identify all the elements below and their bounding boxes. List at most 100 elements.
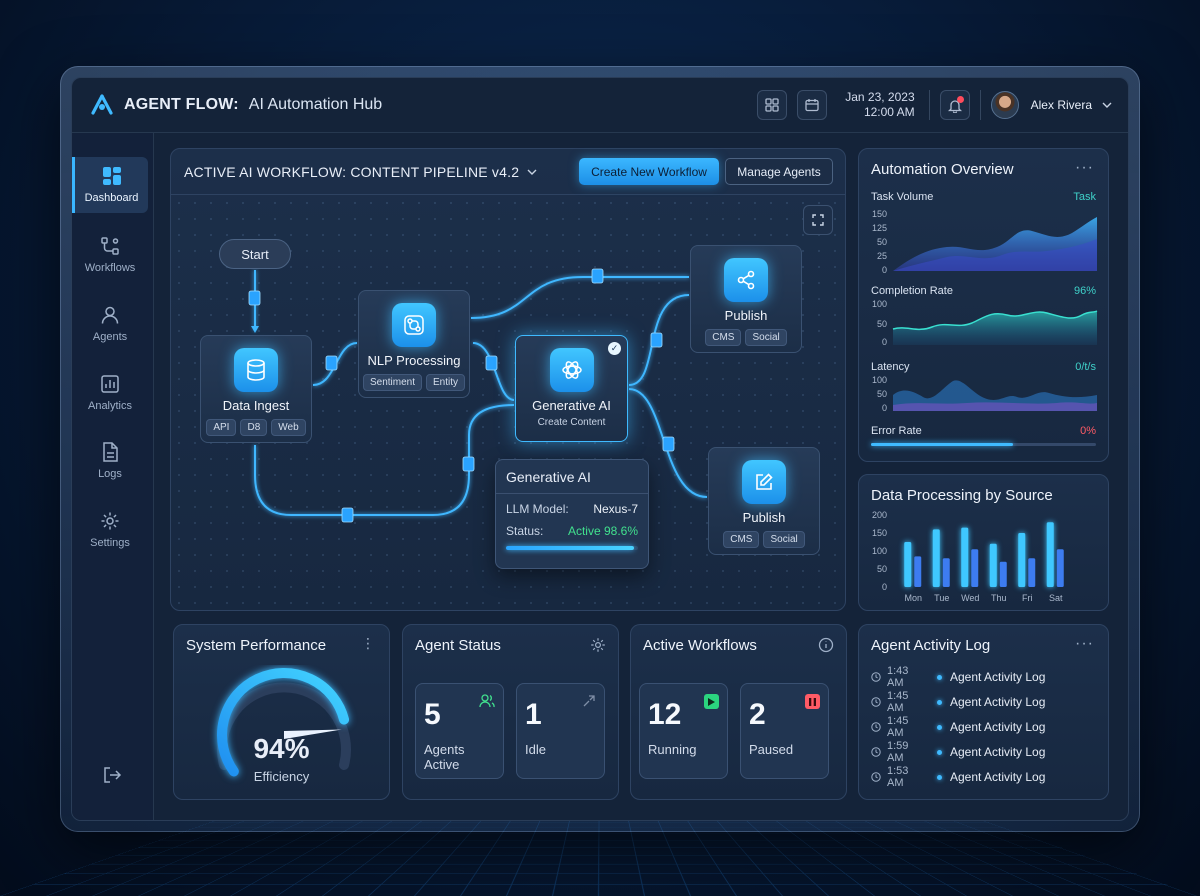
- manage-agents-button[interactable]: Manage Agents: [725, 158, 833, 185]
- sidebar-item-workflows[interactable]: Workflows: [72, 227, 148, 283]
- apps-grid-button[interactable]: [757, 90, 788, 120]
- model-value: Nexus-7: [593, 502, 638, 516]
- notifications-button[interactable]: [939, 90, 970, 120]
- axis-tick: 0: [882, 337, 887, 347]
- more-icon[interactable]: ···: [1075, 159, 1094, 177]
- nlp-processing-node[interactable]: NLP Processing Sentiment Entity: [358, 290, 470, 398]
- log-row[interactable]: 1:59 AM Agent Activity Log: [871, 740, 1045, 764]
- workflow-canvas[interactable]: Start Data Ingest API D8 Web NLP Process…: [171, 195, 845, 610]
- y-tick: 200: [872, 510, 887, 520]
- y-tick: 50: [877, 564, 887, 574]
- fullscreen-button[interactable]: [803, 205, 833, 235]
- log-row[interactable]: 1:43 AM Agent Activity Log: [871, 665, 1045, 689]
- log-time: 1:45 AM: [887, 690, 909, 714]
- edit-icon: [742, 460, 786, 504]
- generative-ai-node[interactable]: ✓ Generative AI Create Content: [515, 335, 628, 442]
- more-icon[interactable]: ···: [1075, 635, 1094, 653]
- sidebar-item-dashboard[interactable]: Dashboard: [72, 157, 148, 213]
- clock-icon: [871, 747, 881, 757]
- agents-active-card[interactable]: 5 Agents Active: [415, 683, 504, 779]
- axis-tick: 50: [877, 237, 887, 247]
- database-icon: [234, 348, 278, 392]
- calendar-button[interactable]: [797, 90, 828, 120]
- gear-icon[interactable]: [590, 637, 606, 653]
- panel-title: Active Workflows: [643, 637, 757, 654]
- clock-icon: [871, 697, 881, 707]
- idle-label: Idle: [525, 742, 546, 757]
- date-time: Jan 23, 2023 12:00 AM: [845, 90, 914, 120]
- node-tag: Sentiment: [362, 374, 422, 391]
- x-tick: Thu: [991, 593, 1007, 603]
- axis-tick: 50: [877, 319, 887, 329]
- task-volume-value: Task: [1073, 191, 1096, 203]
- paused-card[interactable]: 2 Paused: [740, 683, 829, 779]
- active-workflows-panel: Active Workflows 12 Running 2 Paused: [630, 624, 847, 800]
- panel-title: Agent Activity Log: [871, 637, 991, 654]
- sidebar-item-settings[interactable]: Settings: [72, 502, 148, 558]
- log-time: 1:43 AM: [887, 665, 909, 689]
- panel-title: System Performance: [186, 637, 327, 654]
- sidebar-item-label: Analytics: [87, 400, 133, 412]
- workflow-title[interactable]: ACTIVE AI WORKFLOW: CONTENT PIPELINE v4.…: [184, 164, 519, 180]
- y-tick: 150: [872, 528, 887, 538]
- create-workflow-button[interactable]: Create New Workflow: [579, 158, 719, 185]
- x-tick: Wed: [961, 593, 979, 603]
- divider: [928, 90, 930, 120]
- log-time: 1:45 AM: [887, 715, 909, 739]
- publish-node-2[interactable]: Publish CMS Social: [708, 447, 820, 555]
- app-subtitle: AI Automation Hub: [248, 96, 383, 113]
- workflow-panel: ACTIVE AI WORKFLOW: CONTENT PIPELINE v4.…: [170, 148, 846, 611]
- idle-icon: [583, 695, 595, 707]
- system-performance-panel: System Performance ⋮ 94% Efficiency: [173, 624, 390, 800]
- sidebar-item-logs[interactable]: Logs: [72, 433, 148, 489]
- x-tick: Fri: [1022, 593, 1033, 603]
- node-tag: Social: [763, 531, 805, 548]
- grid-icon: [765, 98, 779, 112]
- bar: [932, 529, 940, 587]
- divider: [979, 90, 981, 120]
- ai-icon: [549, 348, 594, 392]
- start-node[interactable]: Start: [219, 239, 291, 269]
- user-name[interactable]: Alex Rivera: [1031, 98, 1092, 112]
- flow-icon: [392, 303, 436, 347]
- sidebar-item-analytics[interactable]: Analytics: [72, 365, 148, 421]
- node-tag: CMS: [705, 329, 742, 346]
- axis-tick: 25: [877, 251, 887, 261]
- logout-button[interactable]: [102, 765, 122, 790]
- latency-label: Latency: [871, 361, 910, 373]
- more-vertical-icon[interactable]: ⋮: [361, 635, 375, 652]
- generative-ai-popup: Generative AI LLM Model: Nexus-7 Status: A…: [495, 459, 649, 569]
- chevron-down-icon[interactable]: [527, 169, 537, 175]
- pause-icon: [805, 694, 820, 709]
- brand-name: AGENT FLOW:: [124, 96, 239, 113]
- publish-node-1[interactable]: Publish CMS Social: [690, 245, 802, 353]
- gear-icon: [101, 512, 119, 530]
- node-tag: Social: [745, 329, 787, 346]
- sidebar: Dashboard Workflows Agents Analytics Log…: [72, 133, 154, 820]
- completion-rate-label: Completion Rate: [871, 285, 953, 297]
- info-icon[interactable]: [818, 637, 834, 653]
- log-row[interactable]: 1:45 AM Agent Activity Log: [871, 690, 1045, 714]
- paused-label: Paused: [749, 742, 794, 757]
- app-logo: AGENT FLOW: AI Automation Hub: [90, 94, 382, 116]
- idle-card[interactable]: 1 Idle: [516, 683, 605, 779]
- avatar[interactable]: [990, 91, 1019, 119]
- bar: [989, 543, 997, 587]
- running-card[interactable]: 12 Running: [639, 683, 728, 779]
- agent-status-panel: Agent Status 5 Agents Active 1 Idle: [402, 624, 619, 800]
- data-ingest-node[interactable]: Data Ingest API D8 Web: [200, 335, 312, 443]
- status-label: Status:: [506, 524, 544, 538]
- log-dot: [937, 749, 942, 755]
- chart-icon: [101, 375, 119, 393]
- log-row[interactable]: 1:53 AM Agent Activity Log: [871, 765, 1045, 789]
- node-tag: Entity: [426, 374, 466, 391]
- status-value: Active 98.6%: [567, 524, 638, 538]
- efficiency-label: Efficiency: [253, 769, 310, 784]
- log-row[interactable]: 1:45 AM Agent Activity Log: [871, 715, 1045, 739]
- chevron-down-icon[interactable]: [1102, 102, 1112, 108]
- workflow-icon: [101, 237, 119, 255]
- current-time: 12:00 AM: [863, 105, 915, 119]
- status-progress-bar: [506, 546, 638, 550]
- sidebar-item-agents[interactable]: Agents: [72, 296, 148, 352]
- paused-count: 2: [749, 698, 766, 731]
